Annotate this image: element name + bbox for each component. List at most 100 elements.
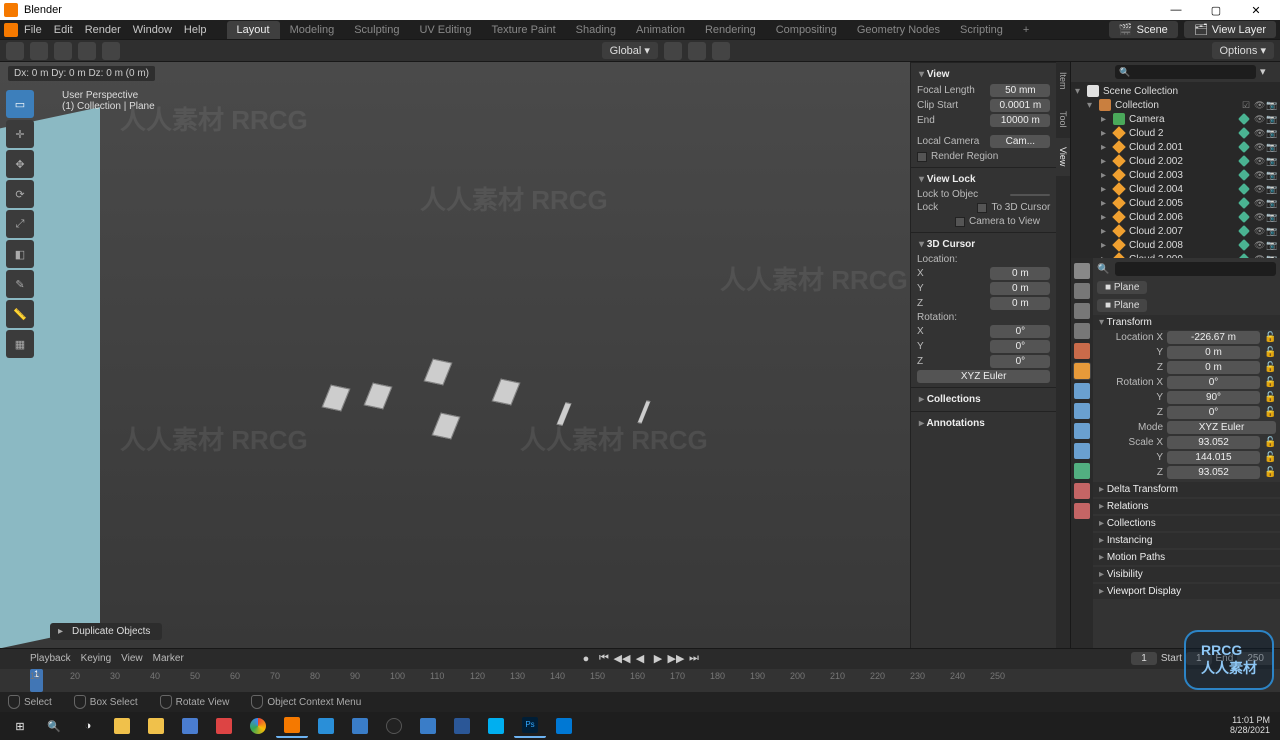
- lock-icon[interactable]: 🔓: [1264, 377, 1276, 388]
- outliner-row-object[interactable]: ▸Cloud 2👁📷: [1071, 126, 1280, 140]
- outliner-search-input[interactable]: 🔍: [1115, 65, 1256, 79]
- lock-object-field[interactable]: [1010, 194, 1050, 196]
- workspace-uv-editing[interactable]: UV Editing: [409, 21, 481, 39]
- clip-start-field[interactable]: 0.0001 m: [990, 99, 1050, 112]
- mode-dropdown[interactable]: [30, 42, 48, 60]
- workspace-texture-paint[interactable]: Texture Paint: [481, 21, 565, 39]
- app3-icon[interactable]: [412, 714, 444, 738]
- menu-file[interactable]: File: [24, 24, 42, 36]
- render-icon[interactable]: 📷: [1266, 128, 1276, 138]
- outliner-row-object[interactable]: ▸Cloud 2.005👁📷: [1071, 196, 1280, 210]
- menu-help[interactable]: Help: [184, 24, 207, 36]
- outliner-filter-icon[interactable]: ▾: [1260, 65, 1276, 79]
- system-clock[interactable]: 11:01 PM 8/28/2021: [1230, 716, 1276, 736]
- crumb-object[interactable]: ■ Plane: [1097, 281, 1147, 294]
- outliner-row-object[interactable]: ▸Camera👁📷: [1071, 112, 1280, 126]
- render-icon[interactable]: 📷: [1266, 114, 1276, 124]
- window-maximize-button[interactable]: ▢: [1196, 0, 1236, 20]
- view-header[interactable]: View: [911, 66, 1056, 83]
- file-explorer-icon[interactable]: [106, 714, 138, 738]
- rotation-mode-dropdown[interactable]: XYZ Euler: [1167, 421, 1276, 434]
- cursor-mode-dropdown[interactable]: XYZ Euler: [917, 370, 1050, 383]
- workspace-layout[interactable]: Layout: [227, 21, 280, 39]
- play-reverse-button[interactable]: ◀: [632, 652, 648, 666]
- eye-icon[interactable]: 👁: [1254, 114, 1264, 124]
- current-frame-field[interactable]: 1: [1131, 652, 1157, 665]
- app2-icon[interactable]: [208, 714, 240, 738]
- lock-icon[interactable]: 🔓: [1264, 347, 1276, 358]
- eye-icon[interactable]: 👁: [1254, 240, 1264, 250]
- annotations-header[interactable]: Annotations: [911, 415, 1056, 432]
- npanel-tab-tool[interactable]: Tool: [1056, 100, 1070, 138]
- eye-icon[interactable]: 👁: [1254, 170, 1264, 180]
- pivot-dropdown[interactable]: [664, 42, 682, 60]
- workspace-add[interactable]: +: [1013, 21, 1039, 39]
- photoshop-icon[interactable]: Ps: [514, 714, 546, 738]
- skype-icon[interactable]: [480, 714, 512, 738]
- props-section-header[interactable]: Delta Transform: [1093, 482, 1280, 497]
- lock-icon[interactable]: 🔓: [1264, 452, 1276, 463]
- jump-start-button[interactable]: ⏮: [596, 652, 612, 666]
- focal-length-field[interactable]: 50 mm: [990, 84, 1050, 97]
- media-icon[interactable]: [548, 714, 580, 738]
- lock-icon[interactable]: 🔓: [1264, 332, 1276, 343]
- workspace-scripting[interactable]: Scripting: [950, 21, 1013, 39]
- render-icon[interactable]: 📷: [1266, 142, 1276, 152]
- workspace-modeling[interactable]: Modeling: [280, 21, 345, 39]
- ptab-data[interactable]: [1073, 462, 1091, 480]
- ptab-output[interactable]: [1073, 282, 1091, 300]
- eye-icon[interactable]: 👁: [1254, 100, 1264, 110]
- teams-icon[interactable]: [344, 714, 376, 738]
- snap-toggle[interactable]: [688, 42, 706, 60]
- lock-icon[interactable]: 🔓: [1264, 407, 1276, 418]
- tool-select-box[interactable]: ▭: [6, 90, 34, 118]
- render-icon[interactable]: 📷: [1266, 170, 1276, 180]
- cursor-loc-z-field[interactable]: 0 m: [990, 297, 1050, 310]
- timeline-ruler[interactable]: 1 10203040506070809010011012013014015016…: [0, 669, 1280, 692]
- workspace-geometry-nodes[interactable]: Geometry Nodes: [847, 21, 950, 39]
- transform-header[interactable]: Transform: [1093, 315, 1280, 330]
- collections-header[interactable]: Collections: [911, 391, 1056, 408]
- props-section-header[interactable]: Motion Paths: [1093, 550, 1280, 565]
- app1-icon[interactable]: [174, 714, 206, 738]
- start-button[interactable]: ⊞: [4, 714, 36, 738]
- properties-search-input[interactable]: [1115, 262, 1276, 276]
- redo-panel[interactable]: Duplicate Objects: [50, 623, 162, 640]
- render-icon[interactable]: 📷: [1266, 240, 1276, 250]
- outliner-row-object[interactable]: ▸Cloud 2.003👁📷: [1071, 168, 1280, 182]
- object-cloud[interactable]: [637, 400, 650, 423]
- ptab-particles[interactable]: [1073, 402, 1091, 420]
- workspace-shading[interactable]: Shading: [566, 21, 626, 39]
- render-region-checkbox[interactable]: [917, 152, 927, 162]
- tool-add-cube[interactable]: ▦: [6, 330, 34, 358]
- ptab-object[interactable]: [1073, 362, 1091, 380]
- render-icon[interactable]: 📷: [1266, 226, 1276, 236]
- render-icon[interactable]: 📷: [1266, 198, 1276, 208]
- proportional-edit-toggle[interactable]: [712, 42, 730, 60]
- clip-end-field[interactable]: 10000 m: [990, 114, 1050, 127]
- scale-x-field[interactable]: 93.052: [1167, 436, 1260, 449]
- tool-transform[interactable]: ◧: [6, 240, 34, 268]
- eye-icon[interactable]: 👁: [1254, 184, 1264, 194]
- outliner-row-object[interactable]: ▸Cloud 2.004👁📷: [1071, 182, 1280, 196]
- cursor-rot-y-field[interactable]: 0°: [990, 340, 1050, 353]
- select-mode-icon[interactable]: [54, 42, 72, 60]
- props-section-header[interactable]: Collections: [1093, 516, 1280, 531]
- window-minimize-button[interactable]: —: [1156, 0, 1196, 20]
- ptab-scene[interactable]: [1073, 322, 1091, 340]
- outliner-type-icon[interactable]: [1075, 65, 1091, 79]
- lock-icon[interactable]: 🔓: [1264, 392, 1276, 403]
- scene-selector[interactable]: 🎬Scene: [1109, 21, 1178, 38]
- cursor-loc-x-field[interactable]: 0 m: [990, 267, 1050, 280]
- ptab-physics[interactable]: [1073, 422, 1091, 440]
- ptab-modifiers[interactable]: [1073, 382, 1091, 400]
- object-cloud[interactable]: [557, 402, 572, 426]
- render-icon[interactable]: 📷: [1266, 184, 1276, 194]
- eye-icon[interactable]: 👁: [1254, 156, 1264, 166]
- eye-icon[interactable]: 👁: [1254, 142, 1264, 152]
- location-x-field[interactable]: -226.67 m: [1167, 331, 1260, 344]
- render-icon[interactable]: 📷: [1266, 156, 1276, 166]
- tool-move[interactable]: ✥: [6, 150, 34, 178]
- local-camera-field[interactable]: Cam...: [990, 135, 1050, 148]
- rotation-y-field[interactable]: 90°: [1167, 391, 1260, 404]
